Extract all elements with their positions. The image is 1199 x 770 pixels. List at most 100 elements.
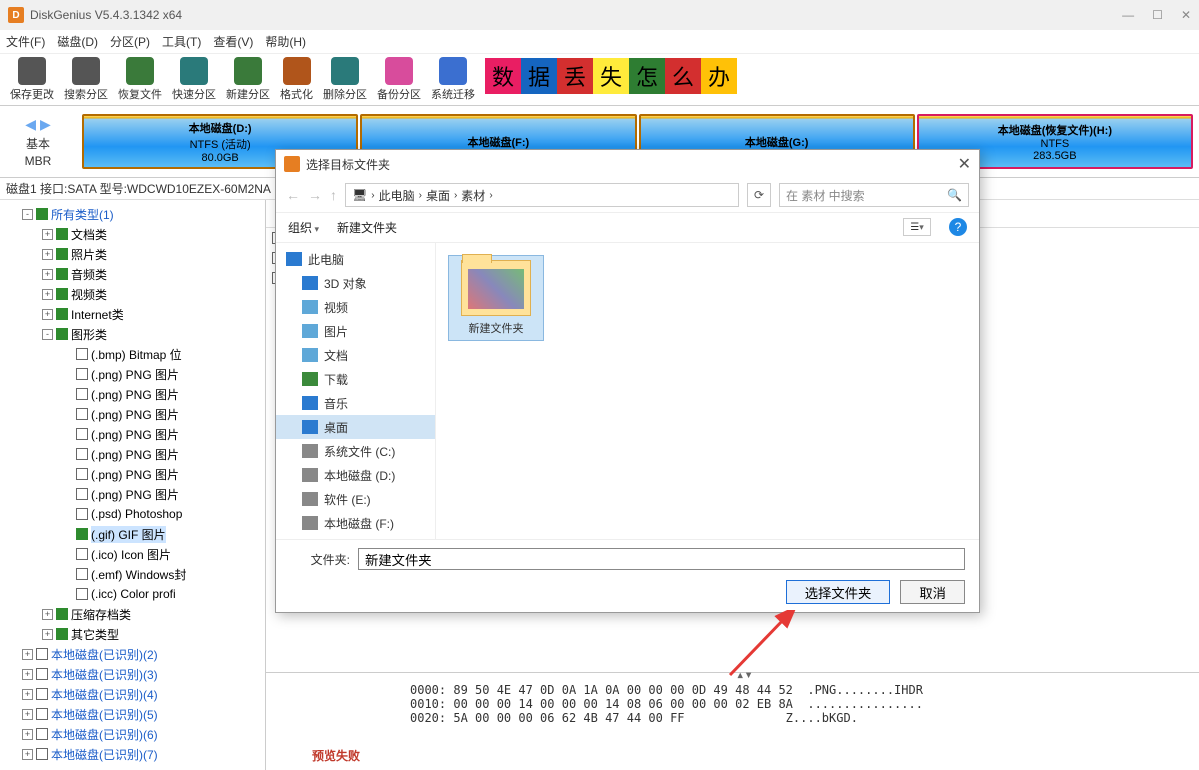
view-menu[interactable]: ☰ <box>903 218 931 236</box>
tree-item[interactable]: (.ico) Icon 图片 <box>0 544 265 564</box>
tree-item[interactable]: +文档类 <box>0 224 265 244</box>
toolbar-icon <box>234 57 262 85</box>
tree-icon <box>302 396 318 410</box>
toolbar-button[interactable]: 保存更改 <box>6 55 58 104</box>
tree-item[interactable]: +本地磁盘(已识别)(3) <box>0 664 265 684</box>
tree-item[interactable]: (.png) PNG 图片 <box>0 404 265 424</box>
tree-item[interactable]: (.psd) Photoshop <box>0 504 265 524</box>
tree-item[interactable]: +视频类 <box>0 284 265 304</box>
tree-item[interactable]: +Internet类 <box>0 304 265 324</box>
toolbar-icon <box>385 57 413 85</box>
maximize-button[interactable]: ☐ <box>1152 8 1163 22</box>
minimize-button[interactable]: — <box>1122 8 1134 22</box>
dialog-tree[interactable]: 此电脑3D 对象视频图片文档下载音乐桌面系统文件 (C:)本地磁盘 (D:)软件… <box>276 243 436 539</box>
tree-item[interactable]: (.png) PNG 图片 <box>0 384 265 404</box>
toolbar-button[interactable]: 格式化 <box>276 55 317 104</box>
dialog-tree-item[interactable]: 音乐 <box>276 391 435 415</box>
banner-char: 怎 <box>629 58 665 94</box>
banner-char: 办 <box>701 58 737 94</box>
folder-name-input[interactable] <box>358 548 965 570</box>
tree-item[interactable]: +本地磁盘(已识别)(7) <box>0 744 265 764</box>
search-box[interactable]: 在 素材 中搜索 🔍 <box>779 183 969 207</box>
dialog-nav: ← → ↑ 🖥 › 此电脑›桌面›素材› ⟳ 在 素材 中搜索 🔍 <box>276 178 979 212</box>
dialog-tree-item[interactable]: 图片 <box>276 319 435 343</box>
select-folder-button[interactable]: 选择文件夹 <box>786 580 891 604</box>
refresh-button[interactable]: ⟳ <box>747 183 771 207</box>
folder-item[interactable]: 新建文件夹 <box>448 255 544 341</box>
tree-item[interactable]: (.bmp) Bitmap 位 <box>0 344 265 364</box>
nav-forward-icon[interactable]: → <box>308 187 322 203</box>
menu-item[interactable]: 工具(T) <box>162 33 201 50</box>
tree-item[interactable]: -所有类型(1) <box>0 204 265 224</box>
toolbar-icon <box>180 57 208 85</box>
toolbar-label: 恢复文件 <box>118 86 162 102</box>
tree-item[interactable]: (.png) PNG 图片 <box>0 444 265 464</box>
dialog-tree-item[interactable]: 本地磁盘 (D:) <box>276 463 435 487</box>
menu-item[interactable]: 文件(F) <box>6 33 45 50</box>
dialog-tree-item[interactable]: 此电脑 <box>276 247 435 271</box>
menu-item[interactable]: 分区(P) <box>110 33 150 50</box>
tree-item[interactable]: +压缩存档类 <box>0 604 265 624</box>
dialog-icon <box>284 156 300 172</box>
dialog-close-button[interactable]: ✕ <box>958 154 971 174</box>
nav-back-icon[interactable]: ← <box>286 187 300 203</box>
tree-icon <box>302 348 318 362</box>
pc-icon: 🖥 <box>352 188 367 202</box>
close-button[interactable]: ✕ <box>1181 8 1191 22</box>
tree-item[interactable]: (.png) PNG 图片 <box>0 364 265 384</box>
toolbar-button[interactable]: 备份分区 <box>373 55 425 104</box>
left-tree[interactable]: -所有类型(1)+文档类+照片类+音频类+视频类+Internet类-图形类(.… <box>0 200 266 770</box>
toolbar-button[interactable]: 新建分区 <box>222 55 274 104</box>
tree-item[interactable]: +本地磁盘(已识别)(2) <box>0 644 265 664</box>
new-folder-button[interactable]: 新建文件夹 <box>337 219 397 236</box>
tree-item[interactable]: (.icc) Color profi <box>0 584 265 604</box>
toolbar-button[interactable]: 系统迁移 <box>427 55 479 104</box>
dialog-tree-item[interactable]: 文档 <box>276 343 435 367</box>
nav-up-icon[interactable]: ↑ <box>330 187 337 203</box>
tree-icon <box>302 420 318 434</box>
tree-icon <box>302 444 318 458</box>
cancel-button[interactable]: 取消 <box>900 580 965 604</box>
crumb[interactable]: 桌面 <box>426 187 450 204</box>
toolbar-button[interactable]: 恢复文件 <box>114 55 166 104</box>
tree-item[interactable]: +照片类 <box>0 244 265 264</box>
tree-item[interactable]: (.emf) Windows封 <box>0 564 265 584</box>
basic-mbr-label: ◀ ▶ 基本 MBR <box>0 106 76 177</box>
tree-item[interactable]: +本地磁盘(已识别)(5) <box>0 704 265 724</box>
tree-item[interactable]: +本地磁盘(已识别)(4) <box>0 684 265 704</box>
dialog-tree-item[interactable]: 软件 (E:) <box>276 487 435 511</box>
tree-item[interactable]: +本地磁盘(已识别)(6) <box>0 724 265 744</box>
toolbar-button[interactable]: 快速分区 <box>168 55 220 104</box>
dialog-titlebar: 选择目标文件夹 ✕ <box>276 150 979 178</box>
menu-item[interactable]: 帮助(H) <box>265 33 306 50</box>
breadcrumb[interactable]: 🖥 › 此电脑›桌面›素材› <box>345 183 739 207</box>
menu-item[interactable]: 磁盘(D) <box>57 33 98 50</box>
crumb[interactable]: 此电脑 <box>379 187 415 204</box>
nav-arrows[interactable]: ◀ ▶ <box>25 116 50 133</box>
toolbar-button[interactable]: 搜索分区 <box>60 55 112 104</box>
tree-item[interactable]: +其它类型 <box>0 624 265 644</box>
dialog-tree-item[interactable]: 本地磁盘 (F:) <box>276 511 435 535</box>
drag-handle-icon[interactable]: ▴▾ <box>736 667 753 683</box>
tree-item[interactable]: (.png) PNG 图片 <box>0 464 265 484</box>
toolbar-icon <box>331 57 359 85</box>
tree-item[interactable]: +音频类 <box>0 264 265 284</box>
dialog-tree-item[interactable]: 系统文件 (C:) <box>276 439 435 463</box>
dialog-tree-item[interactable]: 3D 对象 <box>276 271 435 295</box>
menu-item[interactable]: 查看(V) <box>213 33 253 50</box>
dialog-tree-item[interactable]: 下载 <box>276 367 435 391</box>
tree-item[interactable]: -图形类 <box>0 324 265 344</box>
toolbar: 保存更改搜索分区恢复文件快速分区新建分区格式化删除分区备份分区系统迁移数据丢失怎… <box>0 54 1199 106</box>
tree-item[interactable]: (.gif) GIF 图片 <box>0 524 265 544</box>
organize-menu[interactable]: 组织 <box>288 219 319 236</box>
dialog-tree-item[interactable]: 桌面 <box>276 415 435 439</box>
toolbar-label: 快速分区 <box>172 86 216 102</box>
help-button[interactable]: ? <box>949 218 967 236</box>
dialog-content[interactable]: 新建文件夹 <box>436 243 979 539</box>
tree-item[interactable]: (.png) PNG 图片 <box>0 484 265 504</box>
toolbar-button[interactable]: 删除分区 <box>319 55 371 104</box>
tree-item[interactable]: (.png) PNG 图片 <box>0 424 265 444</box>
dialog-tree-item[interactable]: 视频 <box>276 295 435 319</box>
banner-char: 么 <box>665 58 701 94</box>
crumb[interactable]: 素材 <box>461 187 485 204</box>
